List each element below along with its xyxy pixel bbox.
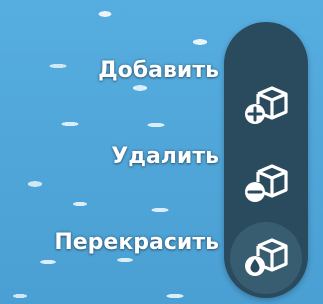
repaint-block-button[interactable] [230,222,302,294]
box-paint-drop-icon [245,238,288,276]
box-minus-icon [245,164,288,202]
delete-label: Удалить [111,144,219,169]
box-plus-icon [245,86,288,124]
delete-block-button[interactable] [230,148,302,220]
add-label: Добавить [98,58,219,83]
add-block-button[interactable] [230,70,302,142]
repaint-label: Перекрасить [54,230,219,255]
edit-toolbar [224,22,308,298]
